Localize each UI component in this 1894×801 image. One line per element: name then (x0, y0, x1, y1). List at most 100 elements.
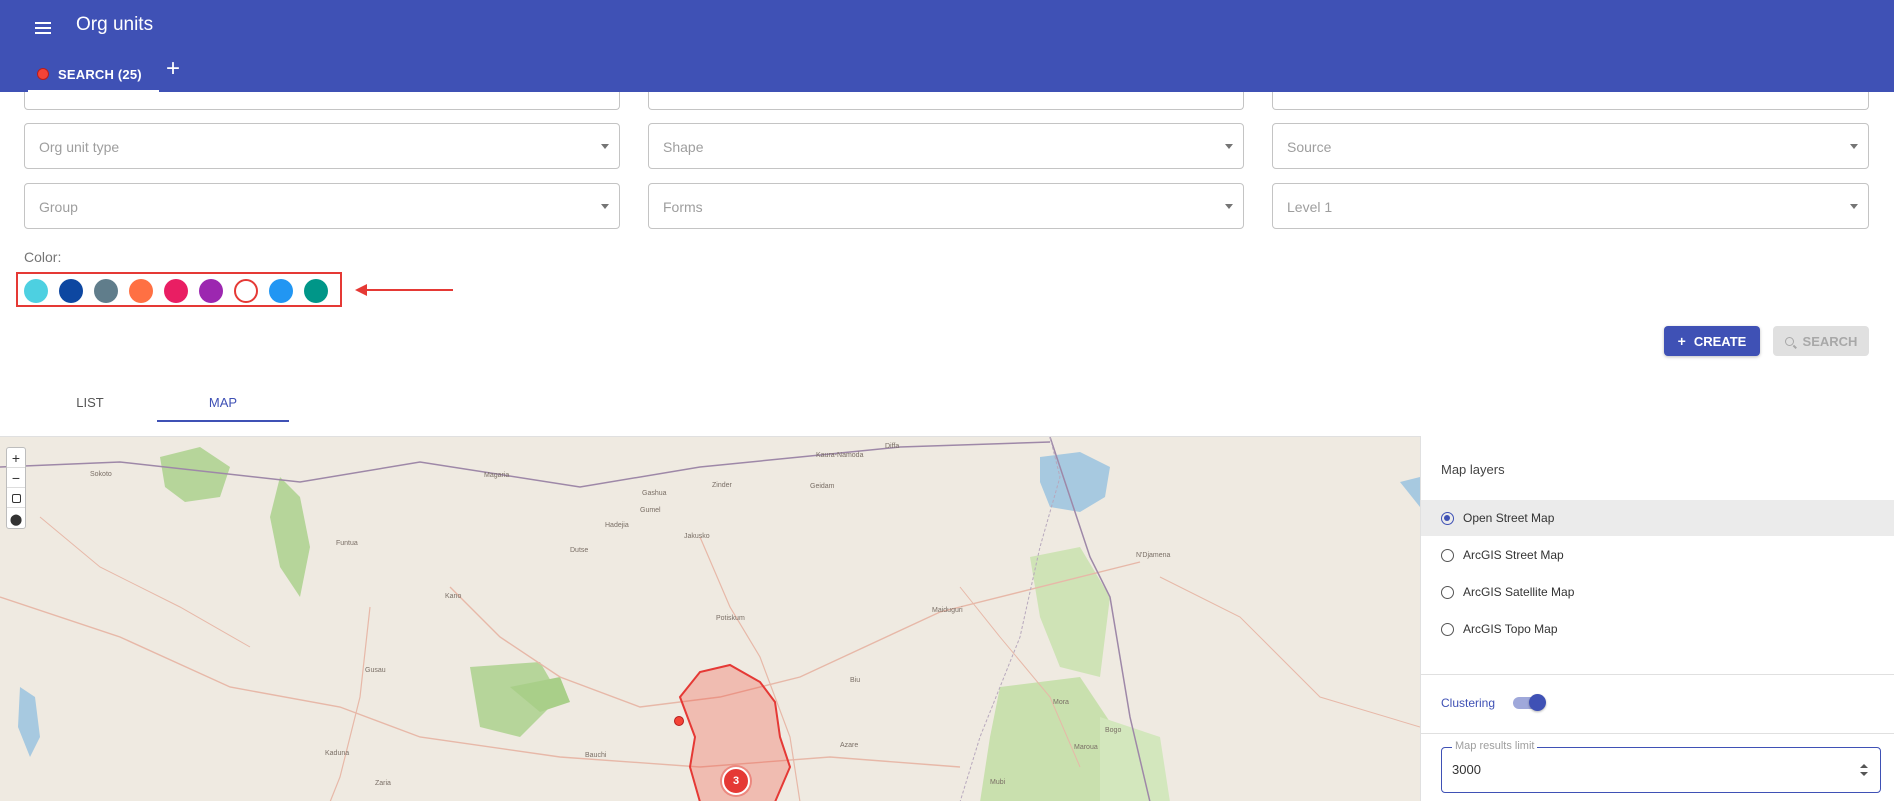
map-results-limit-input[interactable] (1452, 762, 1832, 777)
layer-option-arcgis-satellite-map[interactable]: ArcGIS Satellite Map (1421, 574, 1894, 610)
chevron-down-icon (601, 204, 609, 209)
square-icon (11, 494, 21, 503)
color-swatch-5[interactable] (164, 279, 188, 303)
org-unit-type-select[interactable]: Org unit type (24, 123, 620, 169)
layer-option-open-street-map[interactable]: Open Street Map (1421, 500, 1894, 536)
map-label: Gusau (365, 667, 386, 674)
cluster-count: 3 (732, 775, 740, 787)
chevron-down-icon (601, 144, 609, 149)
map-label: Mora (1053, 699, 1069, 706)
map-label: Gumel (640, 507, 661, 514)
stepper-icon[interactable] (1860, 764, 1868, 776)
locate-button[interactable]: ⬤ (7, 508, 25, 528)
map-label: Kaura-Namoda (816, 452, 864, 459)
map-label: Zinder (712, 482, 732, 489)
map-label: Bauchi (585, 752, 607, 759)
annotation-arrow-icon (355, 284, 453, 296)
color-picker (16, 272, 342, 307)
map-label: Kaduna (325, 750, 350, 757)
tab-list[interactable]: LIST (24, 390, 156, 422)
color-swatch-8[interactable] (269, 279, 293, 303)
zoom-controls: + − ⬤ (6, 447, 26, 529)
fit-bounds-button[interactable] (7, 488, 25, 508)
map-label: Biu (850, 677, 861, 684)
map-marker[interactable] (674, 716, 684, 726)
layer-label: ArcGIS Street Map (1463, 548, 1564, 562)
group-select[interactable]: Group (24, 183, 620, 229)
chevron-down-icon (1225, 204, 1233, 209)
color-swatch-2[interactable] (59, 279, 83, 303)
map-label: Funtua (336, 540, 358, 547)
tab-indicator (157, 420, 289, 422)
tab-map[interactable]: MAP (157, 390, 289, 422)
tab-search[interactable]: SEARCH (25) (28, 56, 159, 92)
forms-placeholder: Forms (663, 199, 703, 215)
layer-label: Open Street Map (1463, 511, 1555, 525)
color-swatch-4[interactable] (129, 279, 153, 303)
map-label: Bogo (1105, 727, 1122, 734)
map-label: Maroua (1074, 744, 1098, 751)
map-tiles (0, 437, 1420, 801)
create-button[interactable]: + CREATE (1664, 326, 1760, 356)
tab-search-label: SEARCH (25) (58, 66, 142, 82)
source-select[interactable]: Source (1272, 123, 1869, 169)
map-view[interactable]: + − ⬤ Sokoto Kano Kaduna Maiduguri N'Dja… (0, 436, 1420, 801)
map-label: Hadejia (605, 522, 629, 529)
map-pin-icon: ⬤ (9, 514, 23, 526)
map-label: Kano (445, 593, 462, 600)
radio-unchecked-icon (1441, 585, 1454, 599)
map-results-limit-field: Map results limit (1441, 740, 1881, 793)
app-bar: Org units SEARCH (25) + (0, 0, 1894, 92)
limit-label: Map results limit (1452, 740, 1538, 752)
divider (1421, 733, 1894, 734)
layer-option-arcgis-street-map[interactable]: ArcGIS Street Map (1421, 537, 1894, 573)
cluster-marker[interactable]: 3 (722, 767, 750, 795)
color-swatch-7[interactable] (234, 279, 258, 303)
chevron-down-icon (1850, 144, 1858, 149)
search-button[interactable]: SEARCH (1773, 326, 1869, 356)
layer-label: ArcGIS Satellite Map (1463, 585, 1575, 599)
tab-map-label: MAP (208, 395, 238, 410)
zoom-out-button[interactable]: − (7, 468, 25, 488)
chevron-down-icon (1850, 204, 1858, 209)
page-title: Org units (76, 14, 154, 35)
map-label: Potiskum (716, 615, 745, 622)
menu-icon[interactable] (32, 16, 56, 40)
map-label: Magaria (484, 472, 510, 479)
level-select[interactable]: Level 1 (1272, 183, 1869, 229)
map-layers-panel: Map layers Open Street Map ArcGIS Street… (1420, 436, 1894, 801)
radio-unchecked-icon (1441, 622, 1454, 636)
plus-icon: + (1677, 333, 1686, 349)
group-placeholder: Group (39, 199, 78, 215)
layer-option-arcgis-topo-map[interactable]: ArcGIS Topo Map (1421, 611, 1894, 647)
shape-select[interactable]: Shape (648, 123, 1244, 169)
search-color-dot (37, 68, 49, 80)
clustering-toggle[interactable] (1513, 693, 1546, 711)
map-label: Sokoto (90, 471, 112, 478)
map-label: Azare (840, 742, 859, 749)
panel-title: Map layers (1441, 462, 1505, 477)
create-button-label: CREATE (1693, 333, 1747, 349)
search-button-label: SEARCH (1802, 333, 1858, 349)
map-label: Gashua (642, 490, 667, 497)
zoom-in-button[interactable]: + (7, 448, 25, 468)
map-label: Geidam (810, 483, 835, 490)
color-swatch-1[interactable] (24, 279, 48, 303)
chevron-down-icon (1225, 144, 1233, 149)
divider (1421, 674, 1894, 675)
search-icon (1784, 336, 1794, 346)
layer-label: ArcGIS Topo Map (1463, 622, 1558, 636)
radio-checked-icon (1441, 511, 1454, 525)
color-label: Color: (24, 249, 62, 265)
map-label: Mubi (990, 779, 1006, 786)
map-label: Dutse (570, 547, 589, 554)
map-label: Zaria (375, 780, 391, 787)
color-swatch-9[interactable] (304, 279, 328, 303)
forms-select[interactable]: Forms (648, 183, 1244, 229)
color-swatch-6[interactable] (199, 279, 223, 303)
add-search-tab-button[interactable]: + (162, 57, 184, 81)
map-label: Diffa (885, 443, 900, 450)
color-swatch-3[interactable] (94, 279, 118, 303)
tab-indicator (28, 90, 159, 92)
radio-unchecked-icon (1441, 548, 1454, 562)
